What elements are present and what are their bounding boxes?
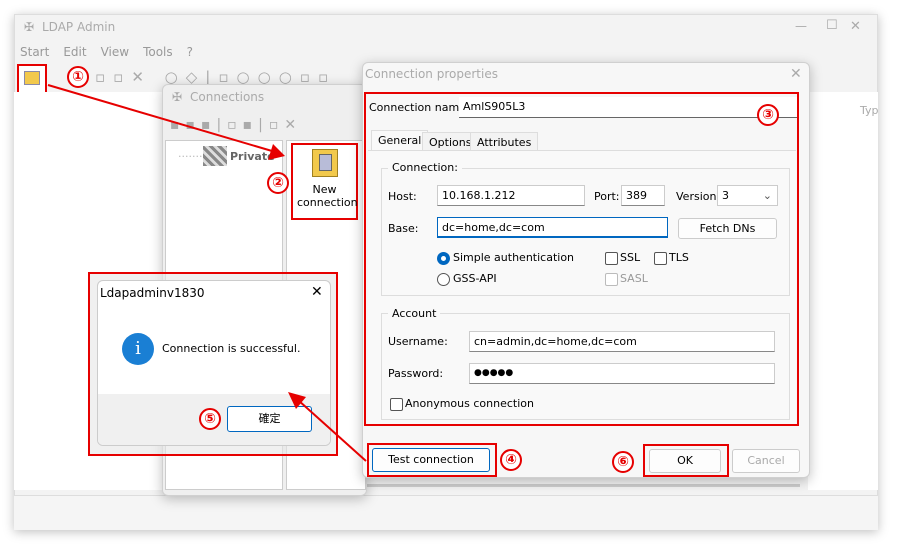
step-4-marker: ④ [500, 449, 522, 471]
step-5-marker: ⑤ [199, 408, 221, 430]
arrowhead-icon [288, 392, 306, 409]
step-6-marker: ⑥ [612, 451, 634, 473]
arrow-step1-to-step2 [47, 84, 273, 152]
arrowhead-icon [268, 144, 285, 160]
arrow-step4-to-step5 [297, 399, 367, 462]
annotation-arrows [47, 84, 367, 462]
step-2-marker: ② [267, 172, 289, 194]
step-1-marker: ① [67, 66, 89, 88]
step-3-marker: ③ [757, 104, 779, 126]
